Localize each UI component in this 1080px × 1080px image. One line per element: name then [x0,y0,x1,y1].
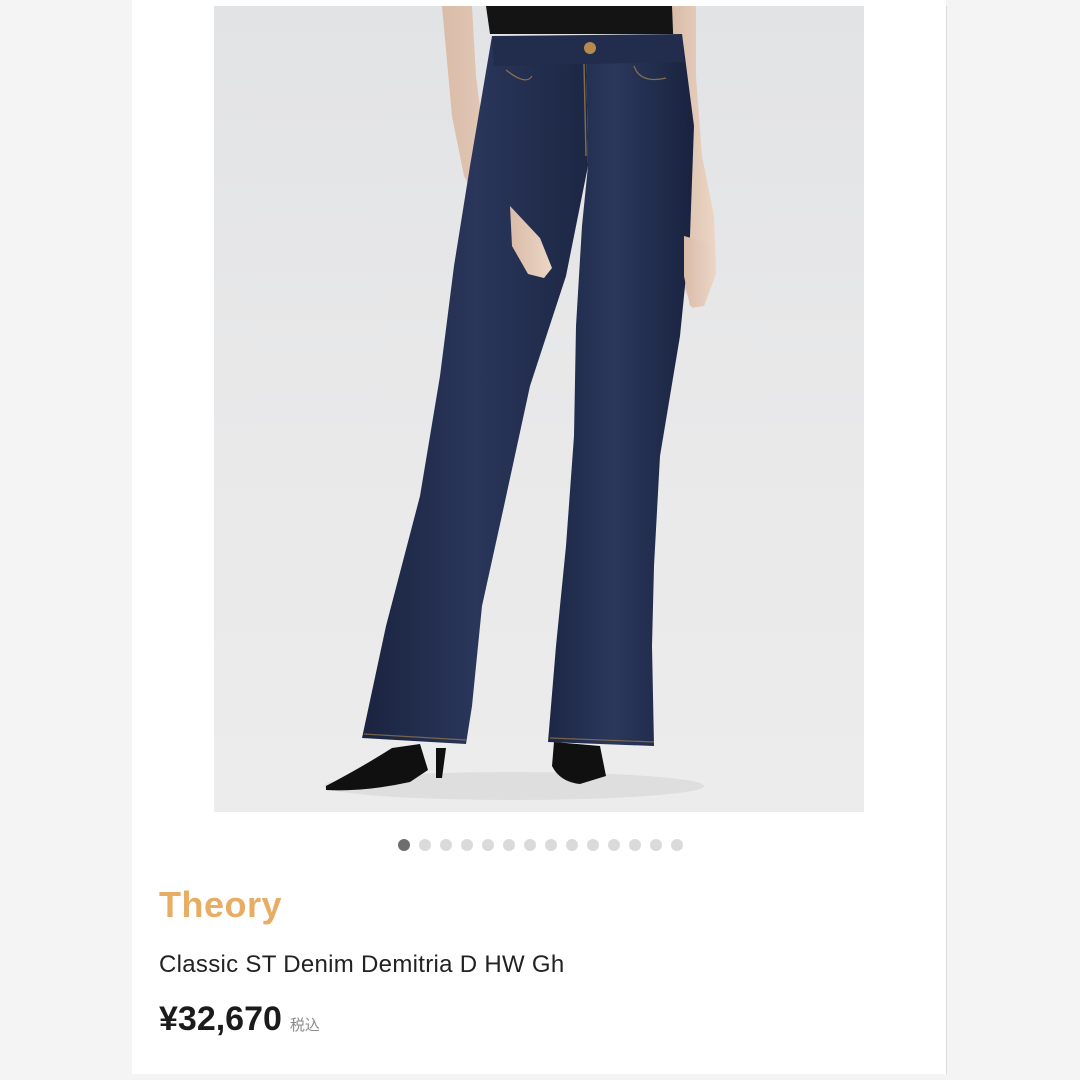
price: ¥32,670 [159,1000,282,1038]
carousel-dot[interactable] [524,839,536,851]
carousel-dot[interactable] [398,839,410,851]
carousel-dot[interactable] [650,839,662,851]
product-card: Theory Classic ST Denim Demitria D HW Gh… [132,0,946,1074]
brand-name[interactable]: Theory [159,884,282,926]
product-title: Classic ST Denim Demitria D HW Gh [159,951,565,978]
divider [946,6,947,1074]
carousel-dot[interactable] [671,839,683,851]
carousel-dot[interactable] [503,839,515,851]
carousel-dot[interactable] [419,839,431,851]
tax-note: 税込 [289,1017,320,1034]
price-row: ¥32,670 税込 [159,1000,320,1039]
carousel-dot[interactable] [566,839,578,851]
carousel-dot[interactable] [461,839,473,851]
carousel-dot[interactable] [608,839,620,851]
carousel-dot[interactable] [440,839,452,851]
product-image[interactable] [214,6,864,812]
carousel-dot[interactable] [587,839,599,851]
carousel-dot[interactable] [545,839,557,851]
carousel-dot[interactable] [629,839,641,851]
carousel-dots[interactable] [398,839,683,851]
carousel-dot[interactable] [482,839,494,851]
page: Theory Classic ST Denim Demitria D HW Gh… [0,0,1080,1080]
